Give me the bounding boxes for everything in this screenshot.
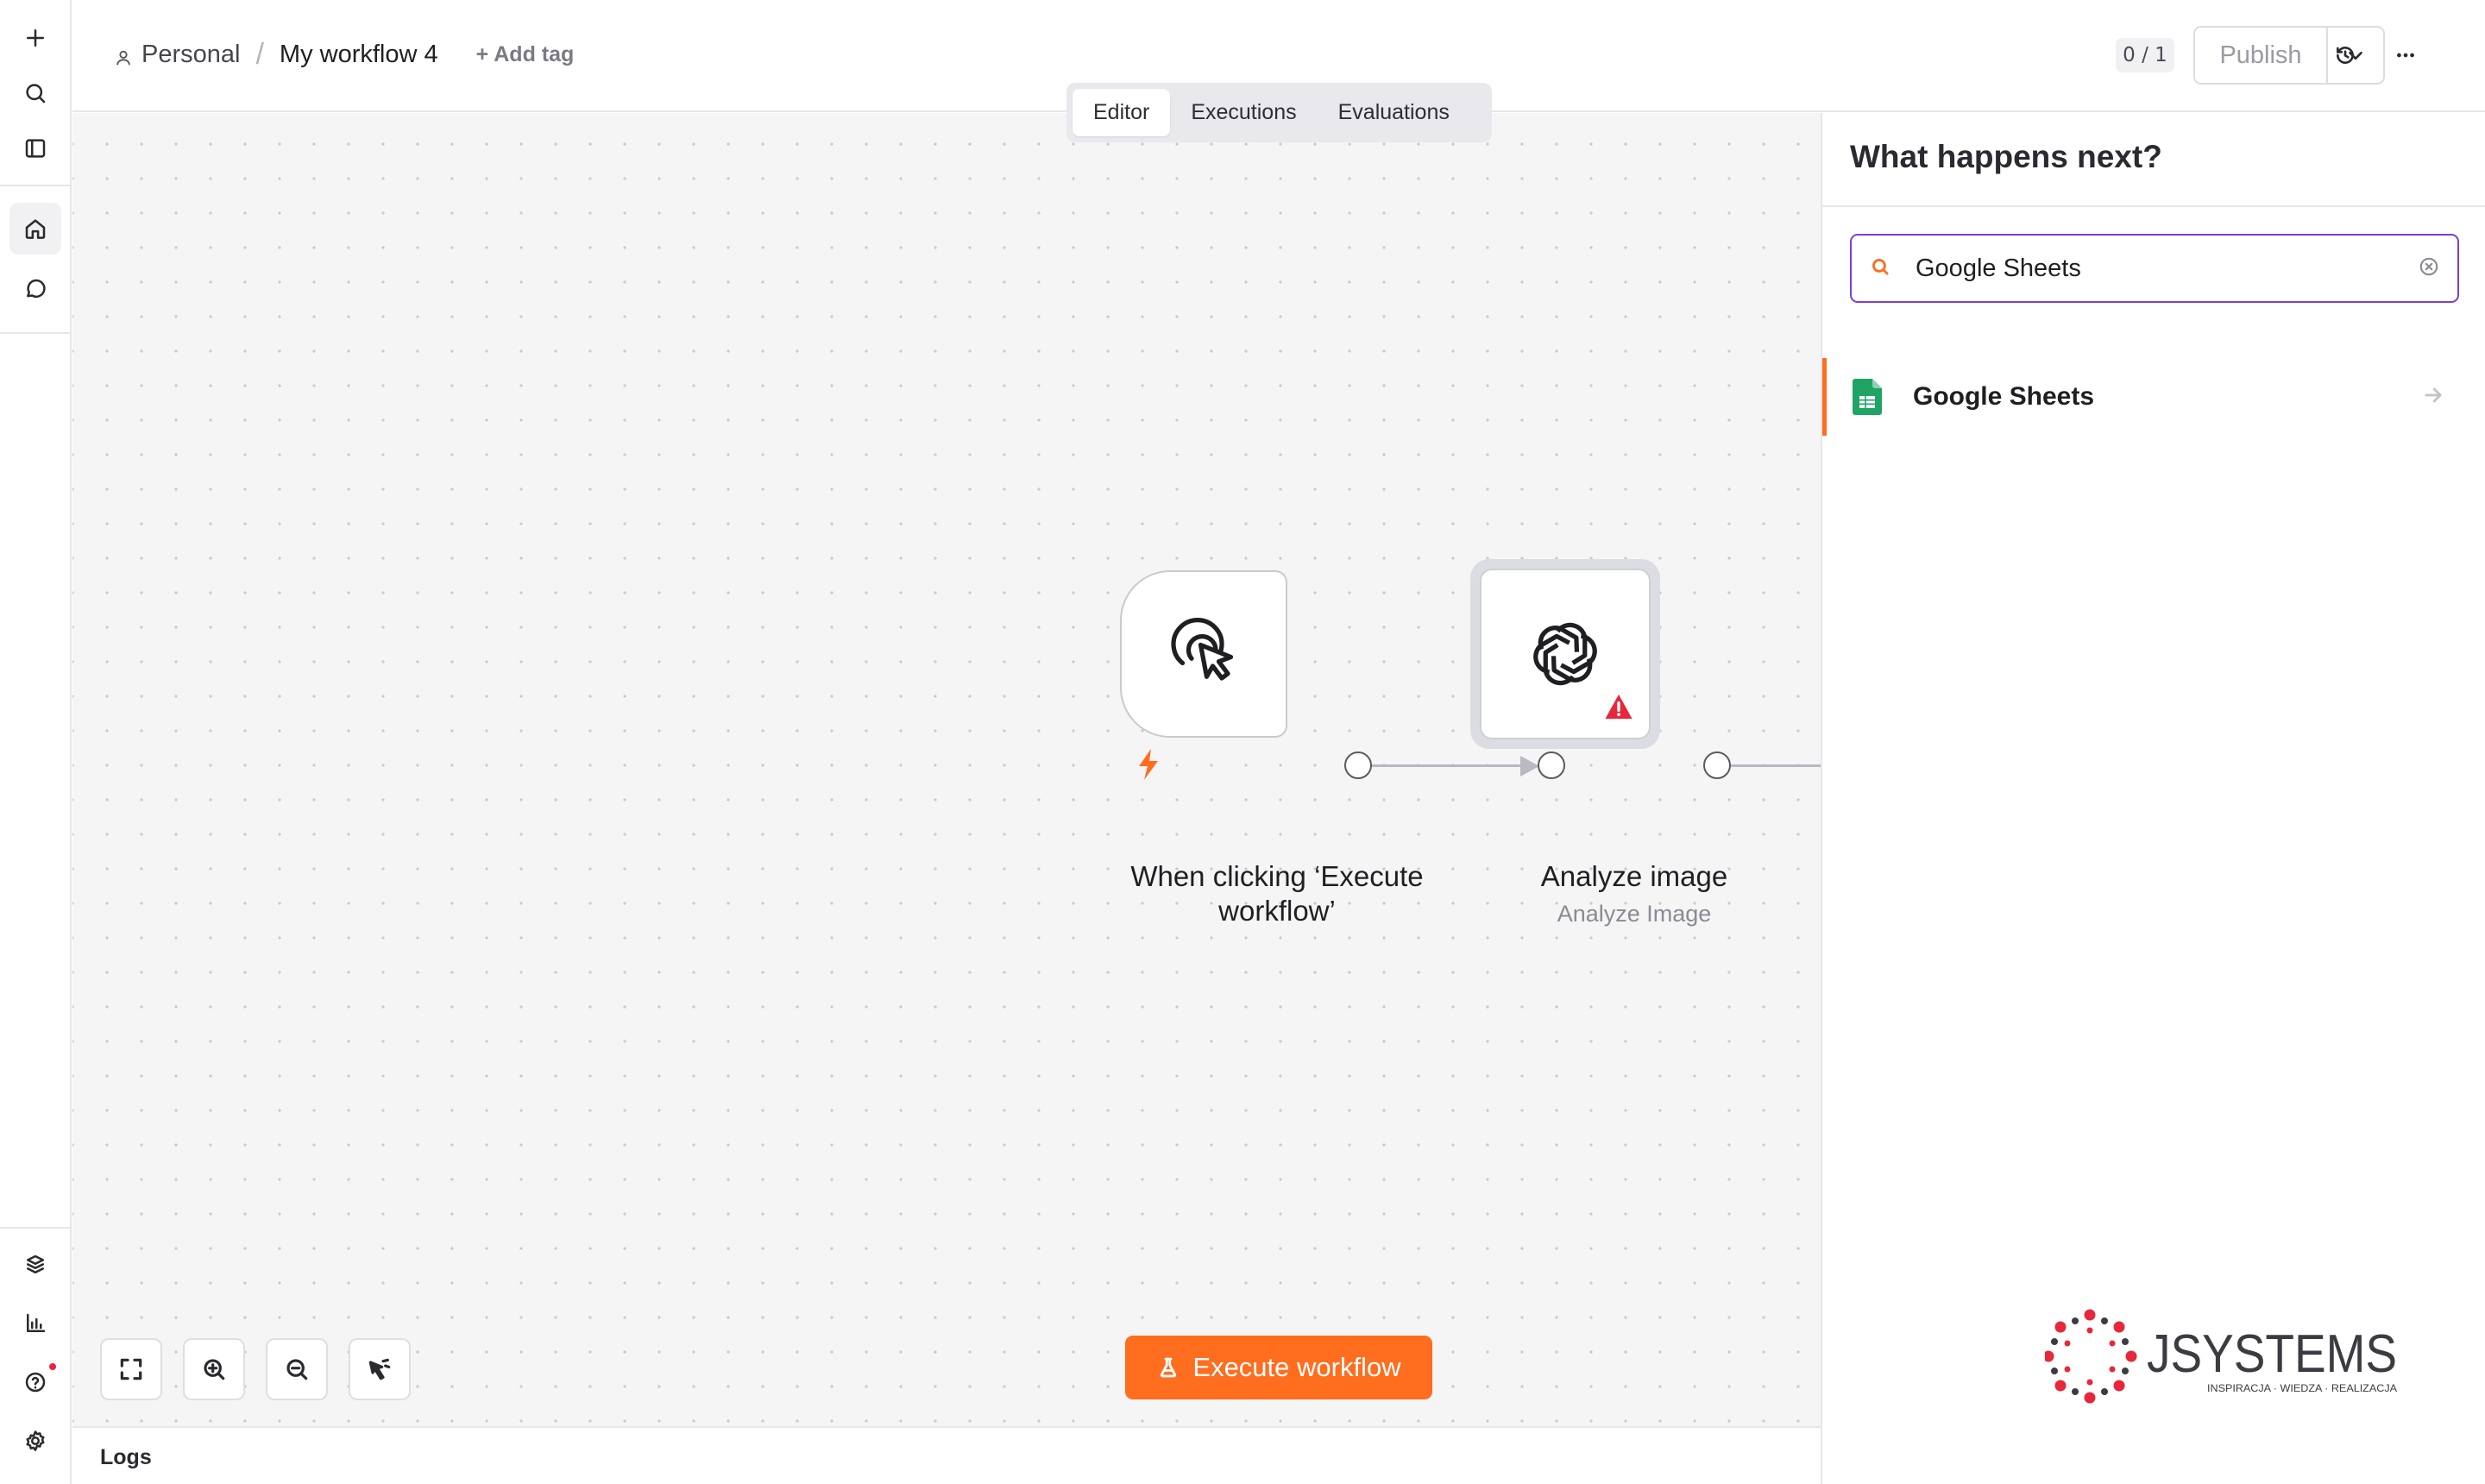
version-counter: 0 / 1 [2116, 38, 2174, 72]
project-link[interactable]: Personal [142, 41, 240, 69]
google-sheets-icon [1853, 379, 1882, 415]
logs-bar[interactable]: Logs [72, 1426, 1821, 1484]
flask-icon [1161, 1357, 1177, 1378]
node-creator-panel: What happens next? Google Sheets Google … [1821, 113, 2485, 1484]
notification-dot [49, 1363, 56, 1370]
workflow-name[interactable]: My workflow 4 [280, 41, 438, 69]
edge-arrow-icon [1520, 756, 1539, 777]
search-icon [1869, 255, 1891, 282]
breadcrumb: Personal / My workflow 4 + Add tag [114, 38, 574, 72]
insights-icon[interactable] [9, 1298, 61, 1349]
trigger-bolt-icon [1139, 749, 1158, 780]
logo-brand: JSYSTEMS [2147, 1324, 2397, 1384]
analyze-input-port[interactable] [1538, 751, 1565, 779]
trigger-node[interactable] [1120, 570, 1287, 738]
person-icon [114, 46, 133, 65]
tab-evaluations[interactable]: Evaluations [1318, 89, 1470, 136]
search-icon[interactable] [9, 67, 61, 119]
templates-icon[interactable] [9, 1239, 61, 1291]
settings-icon[interactable] [9, 1415, 61, 1467]
trigger-output-port[interactable] [1344, 751, 1372, 779]
panel-header: What happens next? [1822, 113, 2485, 207]
logo-tagline: INSPIRACJA · WIEDZA · REALIZACJA [2207, 1382, 2397, 1394]
home-icon[interactable] [9, 203, 61, 255]
history-icon[interactable] [2326, 36, 2364, 74]
view-tabs: Editor Executions Evaluations [1066, 83, 1492, 142]
arrow-right-icon [2421, 383, 2485, 412]
tab-executions[interactable]: Executions [1170, 89, 1317, 136]
zoom-out-icon[interactable] [266, 1338, 328, 1400]
result-item-google-sheets[interactable]: Google Sheets [1822, 358, 2485, 436]
analyze-node-title: Analyze image [1540, 860, 1728, 892]
publish-button[interactable]: Publish [2195, 28, 2328, 83]
trigger-node-title: When clicking ‘Execute workflow’ [1130, 860, 1424, 927]
node-search-input[interactable]: Google Sheets [1850, 234, 2459, 303]
analyze-node-subtitle: Analyze Image [1557, 901, 1712, 927]
plus-icon[interactable] [9, 12, 61, 64]
execute-workflow-label: Execute workflow [1192, 1352, 1401, 1382]
result-label: Google Sheets [1913, 382, 2095, 411]
search-value[interactable]: Google Sheets [1916, 255, 2418, 283]
workflow-canvas[interactable]: When clicking ‘Execute workflow’ Analyze… [72, 113, 1821, 1426]
warning-icon[interactable] [1604, 693, 1633, 720]
left-sidebar [0, 0, 72, 1484]
chat-icon[interactable] [9, 263, 61, 315]
connection-edge-out[interactable] [1731, 764, 1821, 767]
connection-edge[interactable] [1372, 764, 1526, 767]
rail-divider [0, 185, 72, 186]
cursor-click-icon [1171, 618, 1234, 681]
analyze-image-node[interactable] [1480, 569, 1651, 739]
zoom-in-icon[interactable] [183, 1338, 245, 1400]
panel-title: What happens next? [1850, 139, 2162, 174]
logs-label: Logs [100, 1445, 152, 1469]
analyze-output-port[interactable] [1703, 751, 1731, 779]
fit-view-icon[interactable] [100, 1338, 162, 1400]
openai-icon [1533, 622, 1597, 686]
more-options-icon[interactable] [2387, 36, 2425, 74]
add-tag-button[interactable]: + Add tag [476, 42, 575, 67]
tidy-up-icon[interactable] [349, 1338, 411, 1400]
execute-workflow-button[interactable]: Execute workflow [1125, 1336, 1432, 1399]
jsystems-logo: JSYSTEMS INSPIRACJA · WIEDZA · REALIZACJ… [2045, 1309, 2397, 1404]
rail-divider [0, 1227, 72, 1229]
rail-divider [0, 332, 72, 334]
clear-search-icon[interactable] [2418, 255, 2440, 282]
breadcrumb-separator: / [255, 38, 264, 71]
tab-editor[interactable]: Editor [1073, 89, 1171, 136]
sidebar-toggle-icon[interactable] [9, 123, 61, 174]
